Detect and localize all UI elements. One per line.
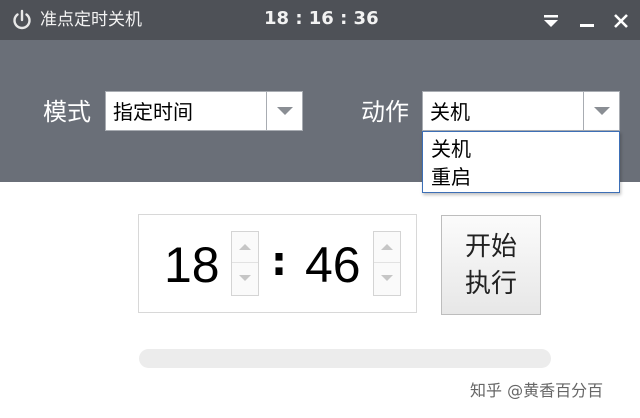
dropdown-option-shutdown[interactable]: 关机 [431,135,471,163]
current-time-clock: 18 : 16 : 36 [264,8,379,29]
title-bar: 准点定时关机 18 : 16 : 36 [0,0,640,40]
power-icon [13,9,31,30]
menu-button[interactable] [540,10,562,32]
minute-value[interactable]: 46 [305,235,361,295]
start-button[interactable]: 开始 执行 [441,215,541,315]
close-button[interactable] [610,10,632,32]
mode-dropdown-button[interactable] [266,92,302,130]
menu-icon [544,15,558,27]
dropdown-option-restart[interactable]: 重启 [431,163,471,191]
minimize-button[interactable] [576,10,598,32]
time-separator: : [271,239,287,285]
action-select[interactable]: 关机 [422,91,620,131]
minimize-icon [580,24,594,27]
start-button-label-line2: 执行 [464,269,517,299]
hour-decrement-button[interactable] [232,264,258,295]
arrow-up-icon [381,244,393,250]
start-button-label-line1: 开始 [464,232,517,262]
mode-select[interactable]: 指定时间 [105,91,303,131]
action-label: 动作 [361,98,409,126]
minute-decrement-button[interactable] [374,264,400,295]
hour-increment-button[interactable] [232,232,258,263]
hour-value[interactable]: 18 [164,235,220,295]
hour-spinner [231,231,259,296]
arrow-down-icon [381,275,393,281]
window-title: 准点定时关机 [40,10,142,30]
mode-label: 模式 [43,98,91,126]
arrow-down-icon [239,275,251,281]
arrow-up-icon [239,244,251,250]
action-select-value: 关机 [430,100,470,124]
progress-bar [139,349,551,368]
time-setter: 18 : 46 [138,214,417,313]
chevron-down-icon [277,107,293,115]
watermark: 知乎 @黄香百分百 [470,381,604,400]
minute-spinner [373,231,401,296]
close-icon [614,14,628,28]
action-dropdown-button[interactable] [583,92,619,130]
chevron-down-icon [594,107,610,115]
mode-select-value: 指定时间 [113,100,193,124]
action-dropdown-list: 关机 重启 [422,131,620,193]
minute-increment-button[interactable] [374,232,400,263]
